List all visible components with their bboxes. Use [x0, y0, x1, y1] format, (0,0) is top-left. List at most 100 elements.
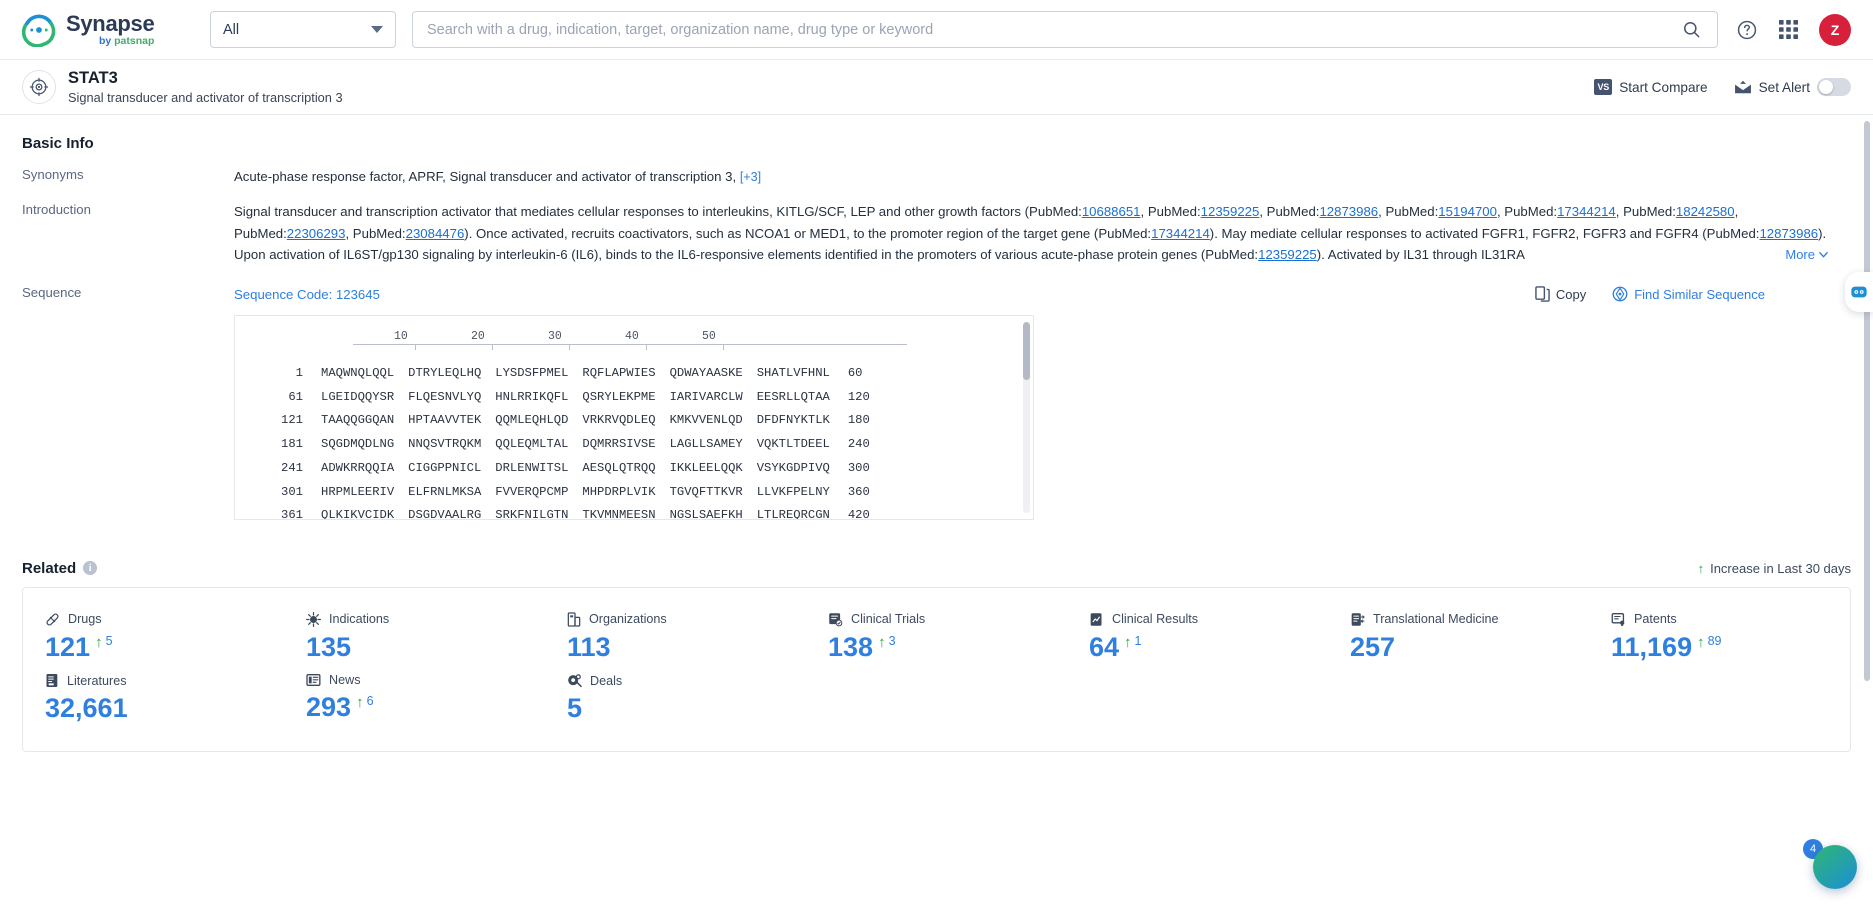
- related-stat-patents[interactable]: Patents 11,169 ↑ 89: [1589, 606, 1850, 667]
- pubmed-link[interactable]: 12873986: [1759, 226, 1818, 241]
- search-scope-select[interactable]: All: [210, 11, 396, 48]
- pubmed-link[interactable]: 23084476: [406, 226, 465, 241]
- brand-name: Synapse: [66, 10, 155, 36]
- literature-icon: [45, 673, 59, 688]
- related-stat-organizations[interactable]: Organizations 113: [545, 606, 806, 667]
- chat-robot-icon[interactable]: [1845, 272, 1873, 312]
- sequence-block: HRPMLEERIV: [321, 484, 395, 499]
- related-stat-literatures[interactable]: Literatures 32,661: [23, 667, 284, 728]
- synonyms-more-link[interactable]: [+3]: [740, 170, 761, 184]
- info-icon[interactable]: i: [83, 561, 98, 576]
- introduction-value: Signal transducer and transcription acti…: [234, 201, 1851, 266]
- related-stat-news[interactable]: News 293 ↑ 6: [284, 667, 545, 728]
- start-compare-label: Start Compare: [1619, 79, 1708, 95]
- related-stat-label: Indications: [329, 612, 390, 627]
- related-stat-deals[interactable]: Deals 5: [545, 667, 806, 728]
- related-stat-delta-value: 6: [366, 694, 374, 709]
- page-scrollbar[interactable]: [1864, 121, 1870, 681]
- apps-button[interactable]: [1778, 19, 1799, 40]
- brand-logo[interactable]: Synapse by patsnap: [22, 10, 182, 47]
- pubmed-link[interactable]: 15194700: [1438, 204, 1497, 219]
- sequence-block: VQKTLTDEEL: [756, 437, 830, 452]
- sequence-block: QQMLEQHLQD: [495, 413, 569, 428]
- sequence-block: VRKRVQDLEQ: [582, 413, 656, 428]
- sequence-block: QDWAYAASKE: [669, 365, 743, 380]
- sequence-code-link[interactable]: Sequence Code: 123645: [234, 284, 380, 305]
- sequence-start-index: 181: [281, 437, 303, 452]
- related-stat-value-row: 121 ↑ 5: [45, 633, 266, 662]
- sequence-end-index: 180: [847, 413, 870, 428]
- related-stat-translational-medicine[interactable]: Translational Medicine 257: [1328, 606, 1589, 667]
- related-stat-label-row: News: [306, 673, 527, 687]
- pubmed-link[interactable]: 17344214: [1557, 204, 1616, 219]
- sequence-line: 1 MAQWNQLQQL DTRYLEQLHQ LYSDSFPMEL RQFLAPWIE…: [235, 362, 1033, 386]
- sequence-start-index: 301: [281, 484, 303, 499]
- user-avatar[interactable]: Z: [1819, 13, 1851, 46]
- pubmed-link[interactable]: 12873986: [1319, 204, 1378, 219]
- page-content: Basic Info Synonyms Acute-phase response…: [0, 115, 1873, 905]
- target-icon: [22, 70, 56, 104]
- synonyms-label: Synonyms: [22, 167, 84, 182]
- sequence-end-index: 60: [847, 365, 863, 380]
- brand-subtitle: by patsnap: [98, 34, 155, 47]
- pubmed-link[interactable]: 12359225: [1258, 247, 1317, 262]
- patent-icon: [1611, 612, 1626, 627]
- pubmed-link[interactable]: 22306293: [287, 226, 346, 241]
- related-stat-value-row: 64 ↑ 1: [1089, 631, 1310, 662]
- sequence-line: 301 HRPMLEERIV ELFRNLMKSA FVVERQPCMP MHPDRPL…: [235, 481, 1033, 505]
- pubmed-link[interactable]: 10688651: [1082, 204, 1141, 219]
- sequence-block: QSRYLEKPME: [582, 389, 656, 404]
- more-label: More: [1785, 247, 1815, 263]
- versus-icon: VS: [1594, 79, 1613, 95]
- sequence-block: QLKIKVCIDK: [321, 508, 395, 520]
- sequence-block: EESRLLQTAA: [756, 389, 830, 404]
- clinical-result-icon: [1089, 612, 1104, 627]
- pubmed-link[interactable]: 18242580: [1676, 204, 1735, 219]
- virus-icon: [306, 611, 321, 627]
- sequence-block: LLVKFPELNY: [756, 484, 830, 499]
- introduction-more-button[interactable]: More: [1777, 244, 1829, 266]
- find-similar-sequence-button[interactable]: Find Similar Sequence: [1612, 284, 1765, 305]
- sequence-line: 121 TAAQQGGQAN HPTAAVVTEK QQMLEQHLQD VRKRVQD…: [235, 409, 1033, 433]
- related-stat-value: 138: [828, 631, 874, 662]
- related-stat-value: 64: [1089, 631, 1120, 662]
- copy-sequence-button[interactable]: Copy: [1535, 284, 1586, 305]
- sequence-block: ELFRNLMKSA: [408, 484, 482, 499]
- related-stat-label-row: Clinical Trials: [828, 612, 1049, 627]
- related-stat-clinical-trials[interactable]: Clinical Trials 138 ↑ 3: [806, 606, 1067, 667]
- sequence-scrollbar[interactable]: [1023, 321, 1030, 380]
- related-stat-label: Deals: [590, 673, 623, 688]
- question-circle-icon: [1737, 20, 1757, 39]
- related-stat-drugs[interactable]: Drugs 121 ↑ 5: [23, 606, 284, 667]
- increase-legend: ↑ Increase in Last 30 days: [1698, 561, 1851, 576]
- sequence-block: TAAQQGGQAN: [321, 413, 395, 428]
- related-stat-clinical-results[interactable]: Clinical Results 64 ↑ 1: [1067, 606, 1328, 667]
- sequence-start-index: 121: [281, 413, 303, 428]
- sequence-block: FVVERQPCMP: [495, 484, 569, 499]
- related-stat-label-row: Translational Medicine: [1350, 612, 1571, 627]
- related-stat-value-row: 11,169 ↑ 89: [1611, 633, 1832, 662]
- assistant-bubble-icon[interactable]: [1813, 845, 1857, 889]
- sequence-residues: LGEIDQQYSR FLQESNVLYQ HNLRRIKQFL QSRYLEKPME…: [321, 388, 830, 408]
- start-compare-button[interactable]: VS Start Compare: [1594, 79, 1708, 95]
- search-button[interactable]: [1665, 12, 1717, 47]
- sequence-block: DTRYLEQLHQ: [408, 365, 482, 380]
- search-scope-value: All: [223, 21, 240, 38]
- pill-icon: [45, 612, 60, 627]
- set-alert-toggle[interactable]: [1817, 78, 1851, 96]
- related-stat-value-row: 113: [567, 633, 788, 662]
- sequence-residues: TAAQQGGQAN HPTAAVVTEK QQMLEQHLQD VRKRVQDLEQ…: [321, 411, 830, 431]
- set-alert-control[interactable]: Set Alert: [1734, 78, 1851, 96]
- news-icon: [306, 673, 321, 687]
- sequence-block: LYSDSFPMEL: [495, 365, 569, 380]
- chevron-down-icon: [1819, 252, 1828, 259]
- related-stat-indications[interactable]: Indications 135: [284, 606, 545, 667]
- arrow-up-icon: ↑: [1697, 560, 1705, 576]
- sequence-end-index: 300: [847, 460, 870, 475]
- pubmed-link[interactable]: 17344214: [1151, 226, 1210, 241]
- pubmed-link[interactable]: 12359225: [1201, 204, 1260, 219]
- sequence-block: CIGGPPNICL: [408, 460, 482, 475]
- help-button[interactable]: [1736, 19, 1758, 41]
- search-input[interactable]: [413, 12, 1665, 47]
- sequence-ruler: 10 20 30 40 50: [235, 328, 1033, 362]
